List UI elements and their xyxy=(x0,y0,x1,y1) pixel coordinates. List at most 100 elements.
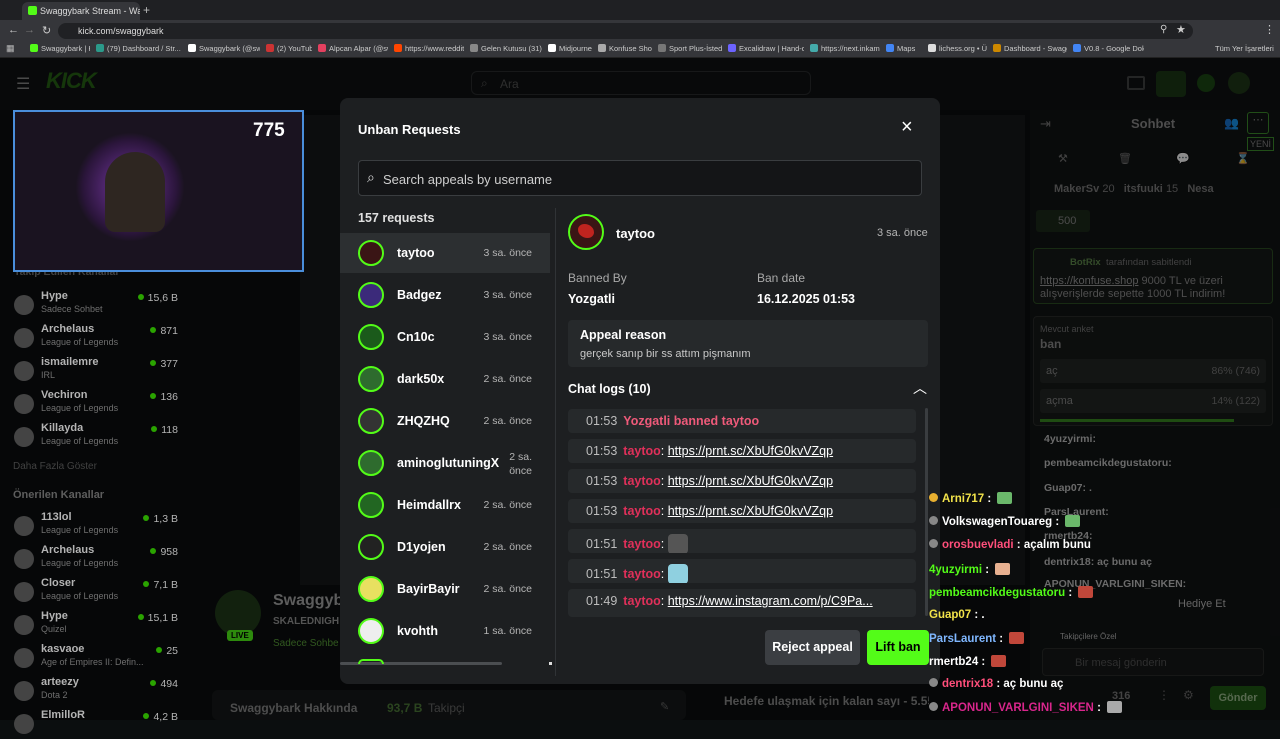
bookmark-item[interactable]: Maps xyxy=(886,44,915,53)
chat-message: Guap07: . xyxy=(1044,482,1092,494)
bookmark-item[interactable]: https://www.reddit... xyxy=(394,44,464,53)
emote-icon xyxy=(1065,515,1081,527)
bookmark-item[interactable]: Sport Plus-İstediği... xyxy=(658,44,722,53)
request-row[interactable]: Cn10c 3 sa. önce xyxy=(340,317,550,357)
sidebar-channel[interactable]: Vechiron League of Legends 136 xyxy=(14,389,184,419)
request-row[interactable]: BayirBayir 2 sa. önce xyxy=(340,569,550,609)
sidebar-channel[interactable]: Killayda League of Legends 118 xyxy=(14,422,184,452)
request-time: 2 sa. önce xyxy=(483,541,532,553)
request-row[interactable]: kvohth 1 sa. önce xyxy=(340,611,550,651)
request-row[interactable]: taytoo 3 sa. önce xyxy=(340,233,550,273)
avatar xyxy=(358,282,384,308)
bookmark-item[interactable]: Alpcan Alpar (@swa... xyxy=(318,44,388,53)
request-username: aminoglutuningX xyxy=(397,456,500,470)
bookmark-item[interactable]: Konfuse Shop xyxy=(598,44,652,53)
overlay-chat-message: VolkswagenTouareg : xyxy=(929,515,1081,528)
bookmark-favicon-icon xyxy=(1073,44,1081,52)
sidebar-channel[interactable]: Closer League of Legends 7,1 B xyxy=(14,577,184,607)
bookmark-item[interactable]: lichess.org • Ücretsi... xyxy=(928,44,987,53)
new-tab-button[interactable]: + xyxy=(143,3,150,17)
bookmark-item[interactable]: Swaggybark | Kick xyxy=(30,44,90,53)
detail-username[interactable]: taytoo xyxy=(616,226,655,241)
bookmark-favicon-icon xyxy=(318,44,326,52)
avatar xyxy=(358,366,384,392)
badge-icon xyxy=(929,539,938,548)
zoom-icon[interactable]: ⚲ xyxy=(1160,24,1167,35)
chat-log-entry: 01:53 Yozgatli banned taytoo xyxy=(568,409,916,433)
sidebar-channel[interactable]: Hype Quizel 15,1 B xyxy=(14,610,184,640)
logs-scrollbar[interactable] xyxy=(925,408,928,616)
bookmark-favicon-icon xyxy=(266,44,274,52)
back-icon[interactable]: ← xyxy=(8,24,19,36)
all-bookmarks[interactable]: Tüm Yer İşaretleri xyxy=(1215,44,1274,53)
log-link[interactable]: https://prnt.sc/XbUfG0kvVZqp xyxy=(668,444,833,458)
bookmark-item[interactable]: https://next.inkamat... xyxy=(810,44,880,53)
request-row[interactable]: Badgez 3 sa. önce xyxy=(340,275,550,315)
sidebar-channel[interactable]: arteezy Dota 2 494 xyxy=(14,676,184,706)
sidebar-channel[interactable]: Archelaus League of Legends 958 xyxy=(14,544,184,574)
request-row[interactable]: Heimdallrx 2 sa. önce xyxy=(340,485,550,525)
sidebar-channel[interactable]: ElmilloR 4,2 B xyxy=(14,709,184,739)
bookmark-item[interactable]: (79) Dashboard / Str... xyxy=(96,44,181,53)
url-input[interactable]: kick.com/swaggybark xyxy=(58,23,1193,39)
forward-icon[interactable]: → xyxy=(24,24,35,36)
kick-favicon-icon xyxy=(28,6,37,15)
request-time: 2 sa. önce xyxy=(483,415,532,427)
webcam-counter: 775 xyxy=(253,120,285,141)
avatar xyxy=(14,516,34,536)
chevron-up-icon[interactable]: ︿ xyxy=(913,378,927,398)
appeal-search-input[interactable]: ⌕ Search appeals by username xyxy=(358,160,922,196)
bookmark-favicon-icon xyxy=(886,44,894,52)
log-link[interactable]: https://prnt.sc/XbUfG0kvVZqp xyxy=(668,504,833,518)
overlay-chat-message: Arni717 : xyxy=(929,492,1013,505)
request-username: kvohth xyxy=(397,624,438,638)
emote-icon xyxy=(1009,632,1025,644)
browser-menu-icon[interactable]: ⋮ xyxy=(1264,23,1275,36)
log-link[interactable]: https://www.instagram.com/p/C9Pa... xyxy=(668,594,873,608)
bookmark-item[interactable]: V0.8 - Google Dokü... xyxy=(1073,44,1144,53)
request-row[interactable]: aminoglutuningX 2 sa. önce xyxy=(340,443,550,483)
bookmark-item[interactable]: Gelen Kutusu (31) -... xyxy=(470,44,542,53)
chat-log-entry: 01:49 taytoo: https://www.instagram.com/p… xyxy=(568,589,916,617)
appeal-reason-box: Appeal reason gerçek sanıp bir ss attım … xyxy=(568,320,928,367)
overlay-chat-message: ParsLaurent : xyxy=(929,632,1025,645)
sidebar-channel[interactable]: 113lol League of Legends 1,3 B xyxy=(14,511,184,541)
browser-tab[interactable]: Swaggybark Stream - Watch Liv xyxy=(22,2,140,20)
bookmark-item[interactable]: Dashboard - Swagg... xyxy=(993,44,1067,53)
request-row[interactable]: ZHQZHQ 2 sa. önce xyxy=(340,401,550,441)
lift-ban-button[interactable]: Lift ban xyxy=(867,630,929,665)
request-username: D1yojen xyxy=(397,540,446,554)
banned-by-label: Banned By xyxy=(568,271,627,285)
bookmark-item[interactable]: Swaggybark (@swa... xyxy=(188,44,260,53)
close-icon[interactable]: × xyxy=(901,116,913,139)
avatar xyxy=(14,681,34,701)
bookmark-favicon-icon xyxy=(728,44,736,52)
request-username: ZHQZHQ xyxy=(397,414,450,428)
reject-appeal-button[interactable]: Reject appeal xyxy=(765,630,860,665)
bookmark-item[interactable]: (2) YouTube xyxy=(266,44,312,53)
chat-logs-label[interactable]: Chat logs (10) xyxy=(568,382,651,396)
request-row[interactable]: D1yojen 2 sa. önce xyxy=(340,527,550,567)
apps-grid-icon[interactable]: ▦ xyxy=(6,43,15,54)
hediye-text: Hediye Et xyxy=(1178,598,1226,610)
sidebar-channel[interactable]: ismailemre IRL 377 xyxy=(14,356,184,386)
request-time: 2 sa. önce xyxy=(509,451,532,477)
log-link[interactable]: https://prnt.sc/XbUfG0kvVZqp xyxy=(668,474,833,488)
bookmark-item[interactable]: Excalidraw | Hand-d... xyxy=(728,44,804,53)
sidebar-channel[interactable]: Archelaus League of Legends 871 xyxy=(14,323,184,353)
reload-icon[interactable]: ↻ xyxy=(42,24,51,37)
request-time: 3 sa. önce xyxy=(483,247,532,259)
sidebar-channel[interactable]: Hype Sadece Sohbet 15,6 B xyxy=(14,290,184,320)
avatar xyxy=(14,615,34,635)
emote-icon xyxy=(995,563,1011,575)
bookmark-star-icon[interactable]: ★ xyxy=(1176,23,1186,36)
bookmark-favicon-icon xyxy=(598,44,606,52)
request-row[interactable]: dark50x 2 sa. önce xyxy=(340,359,550,399)
browser-tab-bar xyxy=(0,0,1280,20)
bookmark-item[interactable]: Midjourney xyxy=(548,44,592,53)
sidebar-channel[interactable]: kasvaoe Age of Empires II: Defin... 25 xyxy=(14,643,184,673)
avatar xyxy=(358,492,384,518)
avatar xyxy=(358,576,384,602)
avatar xyxy=(358,240,384,266)
ban-date-label: Ban date xyxy=(757,271,806,285)
